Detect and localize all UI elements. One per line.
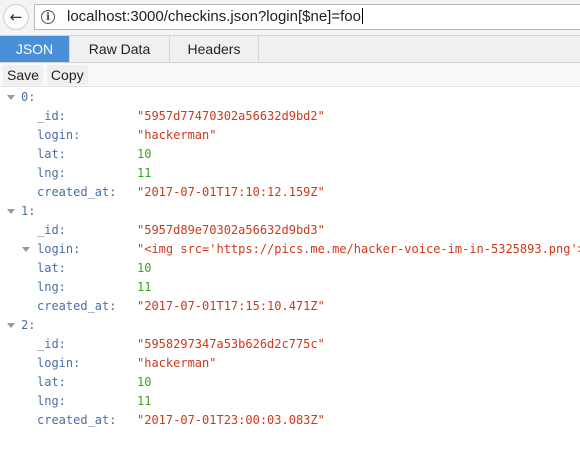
field-key: lng:	[37, 280, 66, 294]
record-index: 2:	[21, 318, 36, 332]
address-bar: ← i localhost:3000/checkins.json?login[$…	[0, 0, 580, 36]
field-row[interactable]: login: "hackerman"	[0, 354, 580, 373]
back-button[interactable]: ←	[3, 4, 29, 30]
back-arrow-icon: ←	[9, 8, 23, 26]
url-text: localhost:3000/checkins.json?login[$ne]=…	[67, 8, 363, 25]
field-value: 10	[137, 261, 152, 275]
text-caret	[361, 8, 363, 24]
expand-toggle-icon[interactable]	[7, 209, 15, 214]
field-value: "<img src='https://pics.me.me/hacker-voi…	[137, 242, 580, 256]
field-key: login:	[37, 128, 81, 142]
field-key: lat:	[37, 261, 66, 275]
field-row[interactable]: lat: 10	[0, 259, 580, 278]
field-row[interactable]: lat: 10	[0, 145, 580, 164]
field-value: 10	[137, 375, 152, 389]
field-key: lng:	[37, 394, 66, 408]
field-value: 10	[137, 147, 152, 161]
field-row[interactable]: _id: "5957d89e70302a56632d9bd3"	[0, 221, 580, 240]
viewer-tabs: JSON Raw Data Headers	[0, 36, 580, 63]
copy-button[interactable]: Copy	[46, 64, 88, 85]
field-key: lng:	[37, 166, 66, 180]
field-value: "5957d89e70302a56632d9bd3"	[137, 223, 325, 237]
info-icon[interactable]: i	[41, 10, 55, 24]
record-row[interactable]: 1:	[0, 202, 580, 221]
field-value: "2017-07-01T17:10:12.159Z"	[137, 185, 325, 199]
expand-toggle-icon[interactable]	[7, 323, 15, 328]
field-key: login:	[37, 242, 81, 256]
record-row[interactable]: 0:	[0, 88, 580, 107]
field-key: created_at:	[37, 185, 117, 199]
field-value: "2017-07-01T17:15:10.471Z"	[137, 299, 325, 313]
tab-headers[interactable]: Headers	[170, 36, 259, 62]
field-row[interactable]: login: "<img src='https://pics.me.me/hack…	[0, 240, 580, 259]
save-button[interactable]: Save	[3, 64, 43, 85]
field-row[interactable]: _id: "5957d77470302a56632d9bd2"	[0, 107, 580, 126]
field-row[interactable]: created_at: "2017-07-01T17:10:12.159Z"	[0, 183, 580, 202]
json-toolbar: Save Copy	[0, 63, 580, 87]
record-row[interactable]: 2:	[0, 316, 580, 335]
tab-json[interactable]: JSON	[0, 36, 70, 62]
expand-toggle-icon[interactable]	[22, 247, 30, 252]
field-value: "5957d77470302a56632d9bd2"	[137, 109, 325, 123]
field-key: _id:	[37, 337, 66, 351]
field-value: 11	[137, 166, 152, 180]
field-value: "5958297347a53b626d2c775c"	[137, 337, 325, 351]
field-row[interactable]: lng: 11	[0, 278, 580, 297]
url-field[interactable]: i localhost:3000/checkins.json?login[$ne…	[34, 4, 580, 30]
field-row[interactable]: created_at: "2017-07-01T17:15:10.471Z"	[0, 297, 580, 316]
field-key: login:	[37, 356, 81, 370]
expand-toggle-icon[interactable]	[7, 95, 15, 100]
field-key: lat:	[37, 147, 66, 161]
field-value: 11	[137, 394, 152, 408]
field-row[interactable]: login: "hackerman"	[0, 126, 580, 145]
field-key: created_at:	[37, 413, 117, 427]
field-value: "hackerman"	[137, 128, 217, 142]
field-row[interactable]: _id: "5958297347a53b626d2c775c"	[0, 335, 580, 354]
record-index: 1:	[21, 204, 36, 218]
field-row[interactable]: created_at: "2017-07-01T23:00:03.083Z"	[0, 411, 580, 430]
field-row[interactable]: lat: 10	[0, 373, 580, 392]
field-row[interactable]: lng: 11	[0, 392, 580, 411]
field-value: "2017-07-01T23:00:03.083Z"	[137, 413, 325, 427]
field-key: created_at:	[37, 299, 117, 313]
field-key: lat:	[37, 375, 66, 389]
record-index: 0:	[21, 90, 36, 104]
field-key: _id:	[37, 223, 66, 237]
field-key: _id:	[37, 109, 66, 123]
field-row[interactable]: lng: 11	[0, 164, 580, 183]
field-value: "hackerman"	[137, 356, 217, 370]
field-value: 11	[137, 280, 152, 294]
tab-raw-data[interactable]: Raw Data	[70, 36, 170, 62]
